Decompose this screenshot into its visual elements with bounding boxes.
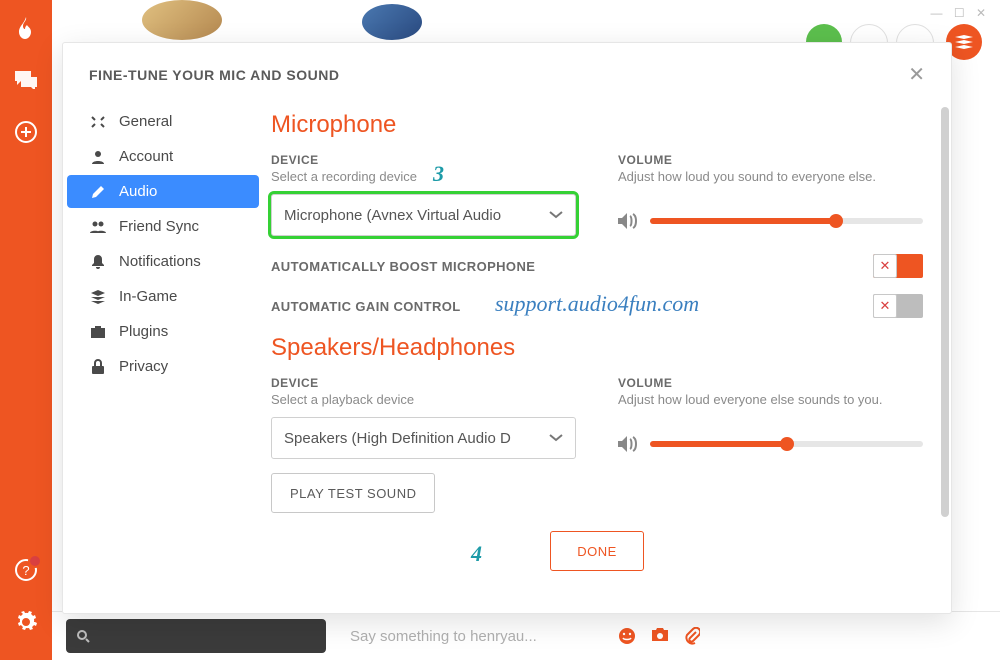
flame-icon[interactable] <box>12 14 40 42</box>
avatar <box>142 0 222 40</box>
sidebar-item-audio[interactable]: Audio <box>67 175 259 208</box>
sidebar-item-label: General <box>119 113 172 130</box>
close-icon[interactable]: ✕ <box>908 65 925 85</box>
sidebar-item-notifications[interactable]: Notifications <box>67 245 259 278</box>
chevron-down-icon <box>549 434 563 442</box>
sidebar-item-plugins[interactable]: Plugins <box>67 315 259 348</box>
user-icon <box>89 149 107 165</box>
attach-icon[interactable] <box>684 627 700 645</box>
sidebar-item-privacy[interactable]: Privacy <box>67 350 259 383</box>
settings-modal: FINE-TUNE YOUR MIC AND SOUND ✕ General Ac… <box>62 42 952 614</box>
device-subtext: Select a recording device <box>271 169 576 184</box>
settings-sidebar: General Account Audio Friend Sync Notificati… <box>63 101 263 613</box>
avatar <box>362 4 422 40</box>
volume-label: VOLUME <box>618 153 923 167</box>
sidebar-item-label: Audio <box>119 183 157 200</box>
chat-bar: Say something to henryau... <box>52 611 1000 660</box>
chat-icon[interactable] <box>12 66 40 94</box>
agc-toggle[interactable]: ✕ <box>873 294 923 318</box>
sidebar-item-label: In-Game <box>119 288 177 305</box>
device-subtext: Select a playback device <box>271 392 576 407</box>
sidebar-item-label: Account <box>119 148 173 165</box>
search-input[interactable] <box>66 619 326 653</box>
play-test-sound-button[interactable]: PLAY TEST SOUND <box>271 473 435 513</box>
lock-icon <box>89 359 107 375</box>
help-icon[interactable]: ? <box>12 556 40 584</box>
chevron-down-icon <box>549 211 563 219</box>
sidebar-item-account[interactable]: Account <box>67 140 259 173</box>
add-icon[interactable] <box>12 118 40 146</box>
mic-device-value: Microphone (Avnex Virtual Audio <box>284 207 501 224</box>
device-label: DEVICE <box>271 376 576 390</box>
modal-title: FINE-TUNE YOUR MIC AND SOUND <box>89 67 339 83</box>
bell-icon <box>89 254 107 270</box>
sidebar-item-label: Notifications <box>119 253 201 270</box>
speaker-icon <box>618 435 638 453</box>
svg-text:?: ? <box>22 563 29 578</box>
auto-boost-toggle[interactable]: ✕ <box>873 254 923 278</box>
speaker-volume-slider[interactable] <box>650 441 923 447</box>
sidebar-item-general[interactable]: General <box>67 105 259 138</box>
settings-content: Microphone DEVICE Select a recording dev… <box>263 101 951 613</box>
section-heading-microphone: Microphone <box>271 111 923 139</box>
scrollbar[interactable] <box>941 107 949 517</box>
device-label: DEVICE <box>271 153 576 167</box>
speaker-device-value: Speakers (High Definition Audio D <box>284 430 511 447</box>
window-controls[interactable]: — ☐ ✕ <box>931 6 990 20</box>
pen-icon <box>89 184 107 200</box>
auto-boost-label: AUTOMATICALLY BOOST MICROPHONE <box>271 259 535 274</box>
mic-volume-slider[interactable] <box>650 218 923 224</box>
section-heading-speakers: Speakers/Headphones <box>271 334 923 362</box>
sidebar-item-in-game[interactable]: In-Game <box>67 280 259 313</box>
smile-icon[interactable] <box>618 627 636 645</box>
layers-icon <box>89 289 107 305</box>
sidebar-item-label: Privacy <box>119 358 168 375</box>
volume-subtext: Adjust how loud you sound to everyone el… <box>618 169 923 184</box>
speaker-icon <box>618 212 638 230</box>
volume-label: VOLUME <box>618 376 923 390</box>
sidebar-item-label: Friend Sync <box>119 218 199 235</box>
mic-device-select[interactable]: Microphone (Avnex Virtual Audio <box>271 194 576 236</box>
case-icon <box>89 324 107 340</box>
volume-subtext: Adjust how loud everyone else sounds to … <box>618 392 923 407</box>
settings-icon[interactable] <box>12 608 40 636</box>
left-rail: ? <box>0 0 52 660</box>
chat-input[interactable]: Say something to henryau... <box>350 628 537 645</box>
sidebar-item-label: Plugins <box>119 323 168 340</box>
users-icon <box>89 219 107 235</box>
camera-icon[interactable] <box>650 627 670 645</box>
agc-label: AUTOMATIC GAIN CONTROL <box>271 299 461 314</box>
sidebar-item-friend-sync[interactable]: Friend Sync <box>67 210 259 243</box>
tools-icon <box>89 114 107 130</box>
done-button[interactable]: DONE <box>550 531 644 571</box>
speaker-device-select[interactable]: Speakers (High Definition Audio D <box>271 417 576 459</box>
